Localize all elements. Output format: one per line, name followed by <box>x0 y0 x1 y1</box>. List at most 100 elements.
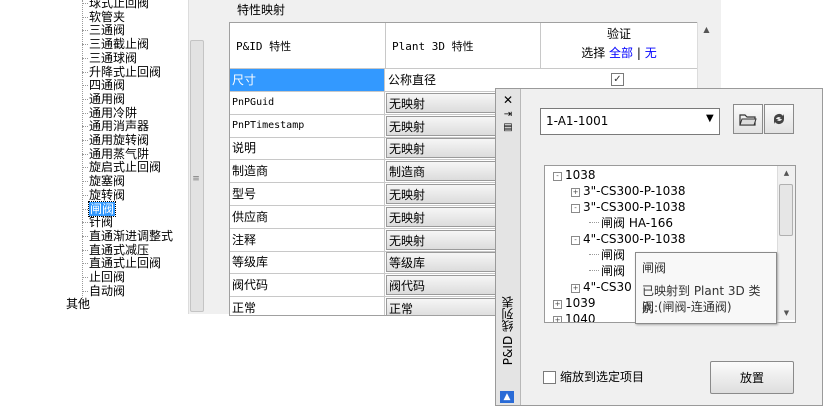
line-list-node[interactable]: -3"-CS300-P-1038 <box>571 199 686 215</box>
drawing-select[interactable]: 1-A1-1001 <box>540 108 720 135</box>
pid-property-cell[interactable]: 尺寸 <box>230 69 385 91</box>
properties-icon[interactable]: ▤ <box>496 122 520 133</box>
line-list-node-label: 1039 <box>565 296 596 310</box>
pid-property-cell[interactable]: 供应商 <box>230 205 385 228</box>
tree-connector <box>82 208 88 210</box>
expand-icon[interactable]: + <box>571 284 580 293</box>
tree-item[interactable]: 直通式减压 <box>89 243 149 257</box>
tree-item[interactable]: 闸阀 <box>87 200 117 217</box>
line-list-scroll-thumb[interactable] <box>779 184 793 236</box>
collapse-icon[interactable]: - <box>571 236 580 245</box>
scroll-down-icon[interactable]: ▼ <box>778 309 795 317</box>
tree-item[interactable]: 通用蒸气阱 <box>89 147 149 161</box>
tree-item[interactable]: 升降式止回阀 <box>89 65 161 79</box>
tree-item[interactable]: 通用消声器 <box>89 119 149 133</box>
chevron-down-icon[interactable]: ▼ <box>706 113 714 124</box>
palette-title: P&ID 线列表 <box>501 296 515 366</box>
select-separator: | <box>636 46 641 60</box>
close-icon[interactable]: ✕ <box>496 93 520 107</box>
column-header-pid[interactable]: P&ID 特性 <box>230 23 386 69</box>
pid-property-cell[interactable]: PnPGuid <box>230 91 385 114</box>
pid-property-cell[interactable]: 阀代码 <box>230 274 385 297</box>
tree-item[interactable]: 四通阀 <box>89 78 125 92</box>
tree-item[interactable]: 自动阀 <box>89 284 125 298</box>
expand-icon[interactable]: + <box>553 300 562 309</box>
column-header-plant[interactable]: Plant 3D 特性 <box>386 23 541 69</box>
tree-connector <box>82 222 88 224</box>
collapse-icon[interactable]: - <box>553 172 562 181</box>
tree-item[interactable]: 球式止回阀 <box>89 0 149 10</box>
grip-icon: ≡ <box>192 174 200 184</box>
line-list-node-label: 4"-CS30 <box>583 280 632 294</box>
line-list-node[interactable]: -1038 <box>553 167 596 183</box>
column-header-verify: 验证 选择 全部 | 无 <box>541 23 698 69</box>
tree-connector <box>82 249 88 251</box>
tree-item[interactable]: 直通渐进调整式 <box>89 229 173 243</box>
pid-property-cell[interactable]: 型号 <box>230 183 385 205</box>
pid-property-cell[interactable]: 注释 <box>230 228 385 251</box>
tree-item[interactable]: 直通式止回阀 <box>89 256 161 270</box>
tree-item[interactable]: 三通截止阀 <box>89 37 149 51</box>
section-title: 特性映射 <box>237 3 286 17</box>
tree-connector <box>82 277 88 278</box>
line-list-node[interactable]: -4"-CS300-P-1038 <box>571 231 686 247</box>
select-all-link[interactable]: 全部 <box>609 46 633 60</box>
line-list-node[interactable]: +3"-CS300-P-1038 <box>571 183 686 199</box>
line-list-node[interactable]: +4"-CS30 <box>571 279 632 295</box>
tree-connector <box>82 181 88 183</box>
tree-item[interactable]: 针阀 <box>89 215 113 229</box>
tree-item[interactable]: 三通球阀 <box>89 51 137 65</box>
place-button[interactable]: 放置 <box>710 361 794 394</box>
open-folder-button[interactable] <box>733 104 763 134</box>
pid-property-cell[interactable]: 正常 <box>230 297 385 315</box>
tree-connector <box>82 194 88 196</box>
refresh-button[interactable] <box>764 104 794 134</box>
line-list-node[interactable]: 闸阀 <box>589 247 625 263</box>
scroll-up-icon[interactable]: ▲ <box>698 25 715 34</box>
select-none-link[interactable]: 无 <box>645 46 657 60</box>
tree-item[interactable]: 三通阀 <box>89 23 125 37</box>
tree-item[interactable]: 通用旋转阀 <box>89 133 149 147</box>
tree-connector <box>82 235 88 237</box>
tree-item[interactable]: 旋塞阀 <box>89 174 125 188</box>
pid-property-cell[interactable]: 等级库 <box>230 251 385 274</box>
line-list-node-label: 3"-CS300-P-1038 <box>583 184 686 198</box>
tree-connector <box>82 153 88 155</box>
verify-label: 验证 <box>606 27 631 41</box>
tree-item[interactable]: 通用冷阱 <box>89 106 137 120</box>
collapse-icon[interactable]: - <box>571 204 580 213</box>
tree-connector <box>82 85 88 87</box>
tree-item[interactable]: 旋启式止回阀 <box>89 160 161 174</box>
mapping-tooltip: 闸阀 已映射到 Plant 3D 类别: 阀 (闸阀-连通阀) <box>635 252 777 324</box>
zoom-to-selected-checkbox[interactable] <box>543 371 556 384</box>
autocad-logo-icon: ▲ <box>500 391 514 403</box>
tree-connector <box>82 3 88 4</box>
autohide-icon[interactable]: ⇥ <box>496 109 520 120</box>
tree-item[interactable]: 软管夹 <box>89 10 125 24</box>
pid-property-cell[interactable]: PnPTimestamp <box>230 114 385 137</box>
pid-property-cell[interactable]: 说明 <box>230 137 385 160</box>
scroll-up-icon[interactable]: ▲ <box>778 169 795 177</box>
line-list-node[interactable]: 闸阀 <box>589 263 625 279</box>
tree-item[interactable]: 止回阀 <box>89 270 125 284</box>
tree-item[interactable]: 通用阀 <box>89 92 125 106</box>
expand-icon[interactable]: + <box>571 188 580 197</box>
tree-connector <box>82 167 88 169</box>
expand-icon[interactable]: + <box>553 316 562 322</box>
verify-checkbox[interactable]: ✓ <box>611 73 624 86</box>
line-list-node[interactable]: +1040 <box>553 311 596 322</box>
tree-connector <box>82 290 88 292</box>
pid-property-cell[interactable]: 制造商 <box>230 160 385 183</box>
plant-property-select[interactable]: 公称直径 <box>386 70 540 90</box>
tooltip-title: 闸阀 <box>642 261 667 275</box>
zoom-to-selected-label: 缩放到选定项目 <box>560 370 645 384</box>
tree-connector <box>82 44 88 46</box>
line-list-node[interactable]: +1039 <box>553 295 596 311</box>
tree-connector <box>82 71 88 73</box>
tree-item[interactable]: 旋转阀 <box>89 188 125 202</box>
tree-item[interactable]: 其他 <box>66 297 90 311</box>
valve-class-tree: 球式止回阀 软管夹 三通阀 三通截止阀 三通球阀 升降式止回阀 四通阀 通用阀 通用冷阱 通用消声… <box>0 0 205 314</box>
tree-connector <box>589 222 599 223</box>
select-label: 选择 <box>581 46 606 60</box>
line-list-node[interactable]: 闸阀 HA-166 <box>589 215 673 231</box>
